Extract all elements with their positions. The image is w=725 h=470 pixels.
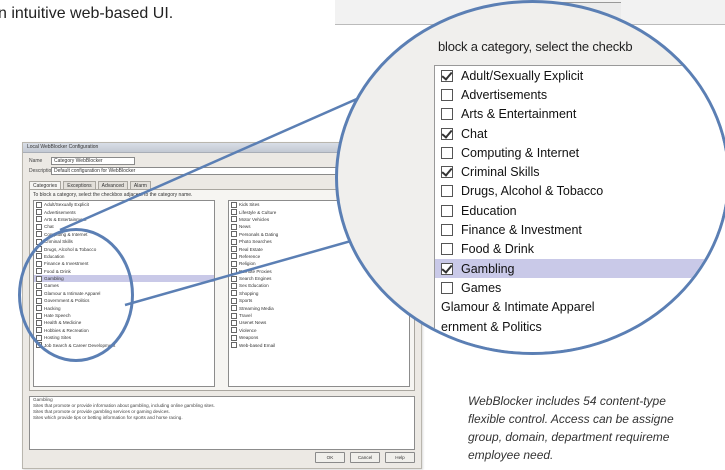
unchecked-checkbox[interactable] [441, 224, 453, 237]
magnified-category-item[interactable]: Drugs, Alcohol & Tobacco [435, 182, 725, 201]
magnified-category-item[interactable]: Education [435, 201, 725, 220]
magnified-category-item[interactable]: Criminal Skills [435, 162, 725, 181]
magnified-category-item[interactable]: Advertisements [435, 85, 725, 104]
magnified-category-label: Advertisements [461, 87, 548, 102]
magnified-view: block a category, select the checkb Adul… [335, 0, 725, 358]
magnified-category-label: Food & Drink [461, 242, 534, 257]
magnified-category-label: Criminal Skills [461, 165, 540, 180]
caption-line: WebBlocker includes 54 content-type [468, 394, 666, 408]
magnifier-circle: block a category, select the checkb Adul… [335, 0, 725, 355]
magnified-category-item[interactable]: Arts & Entertainment [435, 105, 725, 124]
magnified-category-label: Games [461, 280, 502, 295]
magnified-category-item[interactable]: Finance & Investment [435, 220, 725, 239]
unchecked-checkbox[interactable] [441, 281, 453, 294]
magnified-category-label: Finance & Investment [461, 223, 582, 238]
magnified-category-label: Adult/Sexually Explicit [461, 68, 584, 83]
unchecked-checkbox[interactable] [441, 146, 453, 159]
unchecked-checkbox[interactable] [441, 204, 453, 217]
caption: WebBlocker includes 54 content-type flex… [468, 392, 725, 464]
caption-line: group, domain, department requireme [468, 430, 670, 444]
magnified-category-item[interactable]: Adult/Sexually Explicit [435, 66, 725, 85]
magnified-category-item[interactable]: Chat [435, 124, 725, 143]
unchecked-checkbox[interactable] [441, 243, 453, 256]
unchecked-checkbox[interactable] [441, 185, 453, 198]
caption-line: employee need. [468, 448, 554, 462]
magnified-category-label: Drugs, Alcohol & Tobacco [461, 184, 604, 199]
magnified-category-item[interactable]: Computing & Internet [435, 143, 725, 162]
unchecked-checkbox[interactable] [441, 88, 453, 101]
magnified-category-label: Arts & Entertainment [461, 107, 577, 122]
magnified-instruction: block a category, select the checkb [438, 39, 633, 54]
checked-checkbox[interactable] [441, 166, 453, 179]
magnified-category-label: Glamour & Intimate Apparel [441, 300, 595, 315]
checked-checkbox[interactable] [441, 262, 453, 275]
checked-checkbox[interactable] [441, 69, 453, 82]
magnified-category-item[interactable]: Games [435, 278, 725, 297]
magnified-category-label: Chat [461, 126, 488, 141]
caption-line: flexible control. Access can be assigne [468, 412, 674, 426]
magnified-category-item[interactable]: Glamour & Intimate Apparel [435, 298, 725, 317]
checked-checkbox[interactable] [441, 127, 453, 140]
magnified-category-label: Education [461, 203, 517, 218]
magnified-category-list[interactable]: Adult/Sexually Explicit Advertisements Art… [434, 65, 725, 352]
magnified-category-item[interactable]: ernment & Politics [435, 317, 725, 336]
magnified-category-label: ernment & Politics [441, 319, 542, 334]
magnified-category-label: Computing & Internet [461, 145, 580, 160]
magnified-category-item[interactable]: Gambling [435, 258, 725, 279]
unchecked-checkbox[interactable] [441, 108, 453, 121]
magnified-category-item[interactable]: Food & Drink [435, 240, 725, 259]
magnified-category-label: Gambling [461, 261, 515, 276]
